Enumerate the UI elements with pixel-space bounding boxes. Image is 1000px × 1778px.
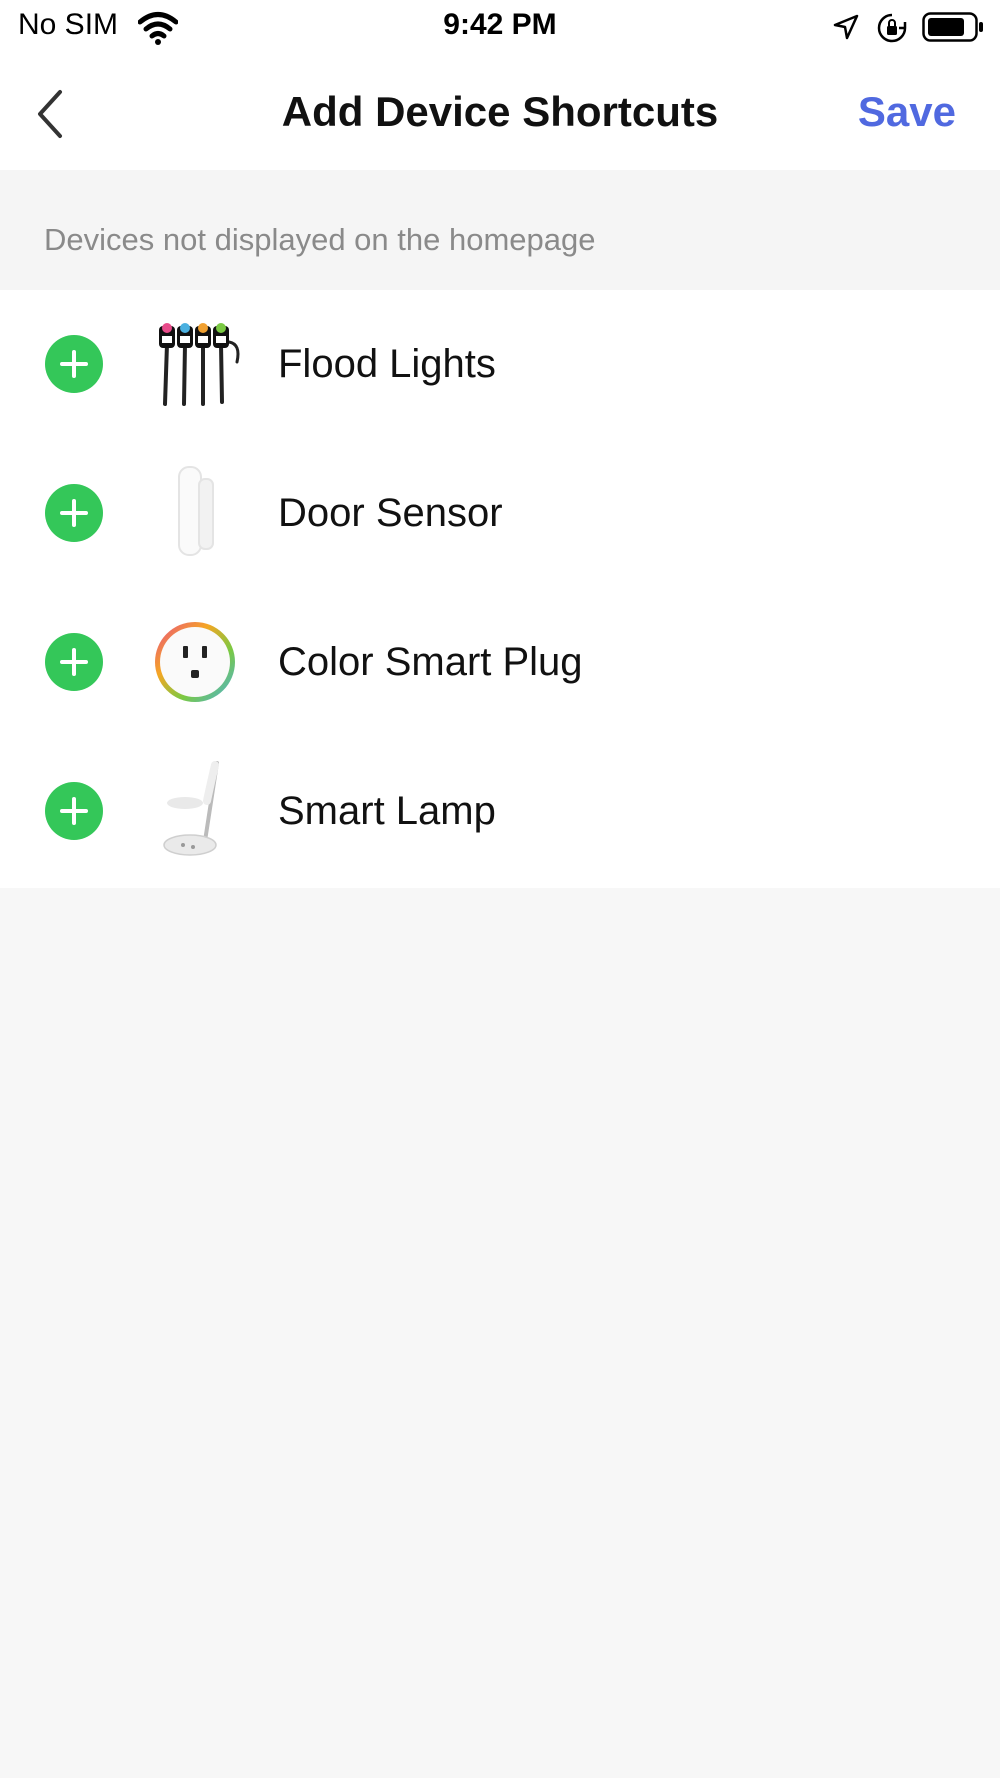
device-name: Door Sensor [278, 491, 503, 535]
orientation-lock-icon [877, 13, 907, 43]
add-device-button[interactable] [45, 335, 103, 393]
smart-lamp-icon [163, 761, 219, 856]
list-item[interactable]: Flood Lights [0, 290, 1000, 439]
status-bar: No SIM 9:42 PM [0, 0, 1000, 58]
location-icon [833, 14, 859, 40]
add-device-button[interactable] [45, 633, 103, 691]
device-list: Flood Lights Door Sensor Color Smart Plu… [0, 290, 1000, 888]
list-item[interactable]: Color Smart Plug [0, 588, 1000, 737]
smart-plug-icon [155, 622, 235, 702]
page-title: Add Device Shortcuts [281, 88, 719, 135]
device-name: Smart Lamp [278, 789, 496, 833]
save-button[interactable]: Save [858, 88, 956, 136]
door-sensor-icon [178, 466, 214, 556]
add-device-button[interactable] [45, 484, 103, 542]
device-name: Color Smart Plug [278, 640, 583, 684]
flood-lights-icon [159, 323, 240, 406]
nav-bar: Add Device Shortcuts Save [0, 58, 1000, 170]
add-device-button[interactable] [45, 782, 103, 840]
device-name: Flood Lights [278, 342, 496, 386]
battery-icon [922, 12, 983, 42]
section-header-label: Devices not displayed on the homepage [44, 222, 596, 257]
list-item[interactable]: Smart Lamp [0, 737, 1000, 886]
list-item[interactable]: Door Sensor [0, 439, 1000, 588]
section-header: Devices not displayed on the homepage [0, 170, 1000, 290]
